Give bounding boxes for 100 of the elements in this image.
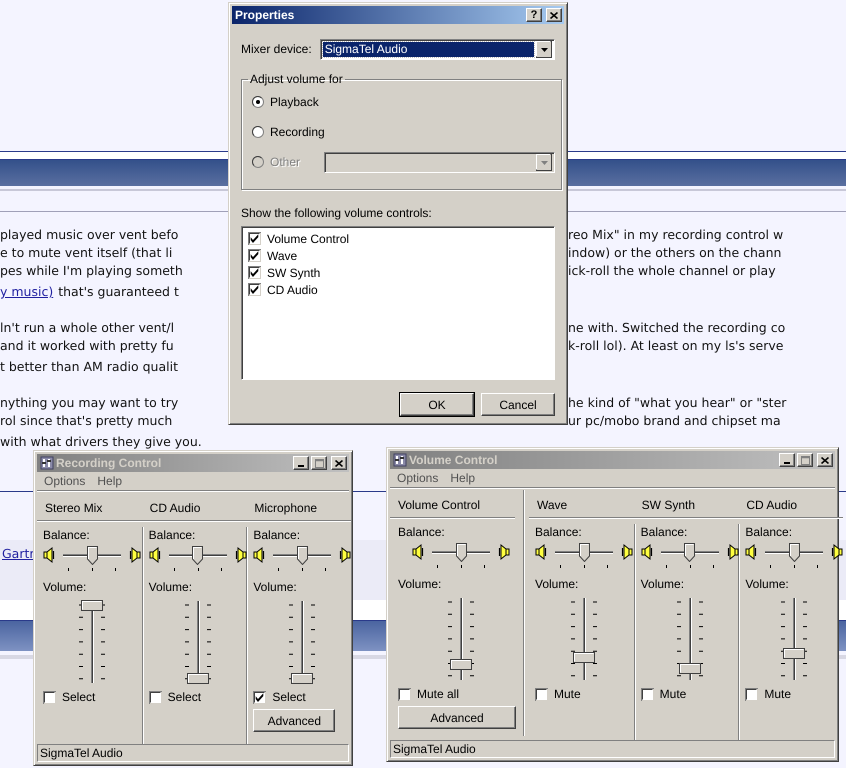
close-button[interactable] (331, 456, 347, 470)
close-icon (821, 456, 829, 464)
text-link[interactable]: Gartr (2, 546, 35, 561)
volume-label: Volume: (43, 579, 88, 595)
list-item[interactable]: SW Synth (248, 264, 548, 281)
minimize-button[interactable] (293, 456, 309, 470)
slider-thumb[interactable] (783, 648, 806, 660)
menu-item[interactable]: Options (392, 471, 444, 485)
balance-label: Balance: (43, 527, 91, 543)
balance-slider[interactable] (432, 543, 490, 569)
menu-item[interactable]: Options (39, 474, 90, 488)
slider-thumb[interactable] (86, 546, 98, 565)
radio-option[interactable]: Playback (252, 95, 319, 109)
slider-thumb[interactable] (684, 543, 696, 562)
checkbox[interactable] (398, 688, 411, 700)
balance-label: Balance: (745, 524, 794, 540)
dialog-button[interactable]: Cancel (481, 393, 555, 416)
volume-label: Volume: (253, 579, 298, 595)
slider-thumb[interactable] (192, 546, 204, 565)
balance-slider[interactable] (273, 546, 332, 572)
field-label: Mixer device: (241, 42, 312, 56)
menu-item[interactable]: Help (92, 474, 128, 488)
speaker-icon (621, 543, 633, 561)
text-line: ick-roll the whole channel or play (568, 262, 777, 280)
text-line: indow) or the others on the chann (568, 244, 782, 262)
slider-thumb[interactable] (186, 673, 209, 684)
balance-label: Balance: (640, 524, 688, 540)
checkbox[interactable] (248, 232, 261, 245)
speaker-icon (412, 543, 424, 561)
balance-slider[interactable] (168, 546, 227, 572)
slider-thumb[interactable] (456, 543, 466, 562)
status-bar: SigmaTel Audio (390, 740, 835, 758)
speaker-icon (234, 546, 247, 564)
list-item[interactable]: Volume Control (248, 230, 548, 247)
balance-slider[interactable] (555, 543, 613, 569)
checkbox[interactable] (253, 690, 266, 704)
list-item[interactable]: Wave (248, 247, 548, 264)
checkbox[interactable] (148, 690, 162, 704)
volume-label: Volume: (745, 576, 790, 592)
radio-option[interactable]: Recording (252, 125, 325, 139)
balance-label: Balance: (535, 524, 583, 540)
radio-button[interactable] (252, 96, 264, 108)
close-button[interactable] (546, 8, 562, 22)
channel-name: CD Audio (150, 501, 200, 515)
maximize-button[interactable] (797, 453, 813, 467)
speaker-icon (726, 543, 739, 561)
app-icon (393, 453, 407, 467)
speaker-icon (43, 546, 55, 564)
balance-slider[interactable] (765, 543, 824, 569)
slider-thumb[interactable] (450, 659, 472, 670)
slider-thumb[interactable] (788, 543, 800, 562)
checkbox-option[interactable]: Mute all (398, 684, 515, 704)
list-item[interactable]: CD Audio (248, 281, 548, 298)
mixer-device-dropdown[interactable]: SigmaTel Audio (320, 38, 555, 60)
close-button[interactable] (817, 453, 833, 467)
speaker-icon (129, 546, 141, 564)
maximize-button[interactable] (311, 456, 327, 470)
checkbox[interactable] (535, 688, 548, 700)
balance-label: Balance: (148, 527, 196, 543)
slider-thumb[interactable] (678, 662, 701, 674)
text-line: e to mute vent itself (that li (0, 244, 174, 262)
minimize-icon (784, 462, 790, 464)
caret-icon[interactable] (536, 40, 552, 58)
text-line: rol since that's pretty much (0, 412, 174, 430)
slider-thumb[interactable] (81, 600, 103, 611)
advanced-button[interactable]: Advanced (253, 709, 336, 732)
slider-thumb[interactable] (296, 546, 308, 565)
menu-item[interactable]: Help (445, 471, 480, 485)
slider-thumb[interactable] (291, 673, 314, 684)
minimize-button[interactable] (779, 453, 795, 467)
speaker-icon (831, 543, 844, 561)
volume-label: Volume: (398, 576, 442, 592)
dialog-button[interactable]: OK (400, 393, 474, 416)
channel-name: CD Audio (746, 498, 798, 512)
checkbox[interactable] (745, 688, 758, 700)
checkbox-option[interactable]: Select (43, 687, 142, 707)
checkbox[interactable] (640, 688, 654, 700)
balance-slider[interactable] (63, 546, 121, 572)
speaker-icon (148, 546, 161, 564)
help-button[interactable]: ? (526, 8, 542, 22)
balance-slider[interactable] (660, 543, 719, 569)
checkbox[interactable] (248, 283, 261, 296)
text-line: ur pc/mobo brand and chipset ma (568, 412, 782, 430)
checkbox[interactable] (248, 266, 261, 279)
text-line: k-roll lol). At least on my ls's serve (568, 337, 784, 355)
checkbox-option[interactable]: Mute (745, 684, 844, 704)
balance-label: Balance: (398, 524, 446, 540)
checkbox[interactable] (43, 690, 56, 704)
checkbox-option[interactable]: Mute (535, 684, 634, 704)
advanced-button[interactable]: Advanced (398, 706, 516, 729)
checkbox-option[interactable]: Select (253, 687, 352, 707)
text-line: and it worked with pretty fu (0, 337, 175, 355)
slider-thumb[interactable] (573, 652, 595, 663)
checkbox[interactable] (248, 249, 261, 262)
checkbox-option[interactable]: Select (148, 687, 246, 707)
slider-thumb[interactable] (578, 543, 590, 562)
radio-button[interactable] (252, 126, 264, 138)
speaker-icon (535, 543, 547, 561)
checkbox-option[interactable]: Mute (640, 684, 738, 704)
text-link[interactable]: y music) (0, 284, 54, 299)
